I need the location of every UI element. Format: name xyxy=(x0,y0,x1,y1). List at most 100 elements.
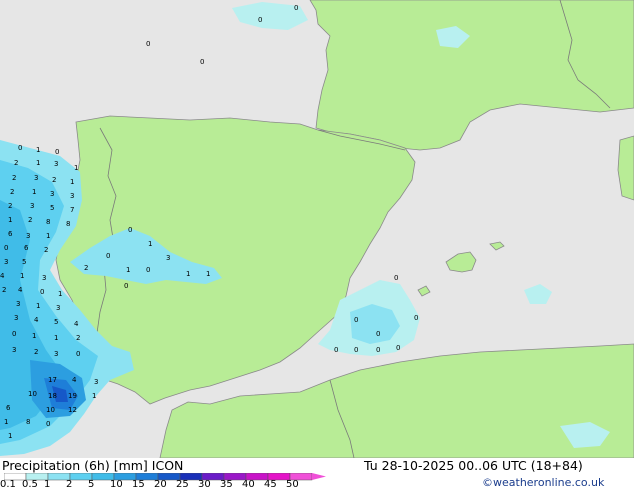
precip-label: 0 xyxy=(294,4,298,12)
legend-tick-label: 25 xyxy=(176,479,189,490)
precip-label: 0 xyxy=(414,314,418,322)
precip-label: 2 xyxy=(12,174,16,182)
precip-label: 1 xyxy=(126,266,130,274)
precip-label: 1 xyxy=(36,146,40,154)
precip-label: 0 xyxy=(12,330,16,338)
valid-time: Tu 28-10-2025 00..06 UTC (18+84) xyxy=(364,458,583,473)
legend-tick-label: 5 xyxy=(88,479,95,490)
precip-label: 4 xyxy=(34,316,39,324)
legend-arrow xyxy=(312,473,326,480)
precip-label: 2 xyxy=(52,176,56,184)
legend-tick-label: 10 xyxy=(110,479,123,490)
precip-label: 0 xyxy=(4,244,8,252)
precip-label: 3 xyxy=(12,346,16,354)
precip-label: 2 xyxy=(34,348,38,356)
credit-text: ©weatheronline.co.uk xyxy=(482,476,605,489)
precip-label: 5 xyxy=(22,258,26,266)
precip-label: 3 xyxy=(30,202,34,210)
precip-label: 8 xyxy=(26,418,30,426)
legend-tick-label: 1 xyxy=(44,479,51,490)
precip-label: 0 xyxy=(18,144,22,152)
precip-label: 0 xyxy=(200,58,204,66)
precip-label: 2 xyxy=(44,246,48,254)
precip-label: 0 xyxy=(106,252,110,260)
precip-label: 0 xyxy=(394,274,398,282)
legend-tick-label: 2 xyxy=(66,479,73,490)
precip-label: 3 xyxy=(50,190,54,198)
precip-label: 0 xyxy=(376,346,380,354)
map-footer: Precipitation (6h) [mm] ICON Tu 28-10-20… xyxy=(0,458,634,490)
precip-label: 2 xyxy=(14,159,18,167)
precip-label: 18 xyxy=(48,392,57,400)
precip-label: 1 xyxy=(8,216,12,224)
precip-label: 3 xyxy=(42,274,46,282)
precip-label: 1 xyxy=(46,232,50,240)
precip-label: 4 xyxy=(0,272,5,280)
precip-label: 4 xyxy=(72,376,77,384)
precip-label: 1 xyxy=(32,332,36,340)
precip-label: 1 xyxy=(36,159,40,167)
precip-label: 0 xyxy=(376,330,380,338)
legend-tick-label: 0.1 xyxy=(0,479,16,490)
precip-label: 4 xyxy=(18,286,23,294)
precip-label: 6 xyxy=(6,404,11,412)
legend-tick-label: 35 xyxy=(220,479,233,490)
precip-label: 0 xyxy=(46,420,50,428)
precip-label: 8 xyxy=(46,218,50,226)
legend-tick-label: 30 xyxy=(198,479,211,490)
precip-label: 3 xyxy=(14,314,18,322)
precip-label: 3 xyxy=(54,160,58,168)
precip-label: 1 xyxy=(32,188,36,196)
precip-label: 3 xyxy=(54,350,58,358)
precip-label: 3 xyxy=(26,232,30,240)
precip-label: 3 xyxy=(166,254,170,262)
precip-label: 3 xyxy=(94,378,98,386)
precip-label: 0 xyxy=(40,288,44,296)
color-legend xyxy=(4,473,326,481)
precip-label: 2 xyxy=(28,216,32,224)
precip-label: 12 xyxy=(68,406,77,414)
precip-label: 5 xyxy=(54,318,58,326)
precip-label: 5 xyxy=(50,204,54,212)
precip-label: 0 xyxy=(354,346,358,354)
precip-label: 19 xyxy=(68,392,77,400)
precip-label: 1 xyxy=(92,392,96,400)
precip-label: 1 xyxy=(4,418,8,426)
precip-label: 0 xyxy=(354,316,358,324)
precip-label: 1 xyxy=(54,334,58,342)
precip-label: 2 xyxy=(8,202,12,210)
precip-label: 0 xyxy=(124,282,128,290)
precip-label: 7 xyxy=(70,206,74,214)
precip-label: 2 xyxy=(10,188,14,196)
precip-label: 2 xyxy=(2,286,6,294)
precip-label: 3 xyxy=(70,192,74,200)
precip-label: 4 xyxy=(74,320,79,328)
precip-label: 10 xyxy=(28,390,37,398)
legend-tick-label: 40 xyxy=(242,479,255,490)
precip-label: 0 xyxy=(55,148,59,156)
precip-label: 3 xyxy=(4,258,8,266)
precip-label: 1 xyxy=(36,302,40,310)
precip-label: 0 xyxy=(396,344,400,352)
precip-label: 3 xyxy=(56,304,60,312)
precip-label: 1 xyxy=(8,432,12,440)
precip-label: 1 xyxy=(20,272,24,280)
precip-label: 1 xyxy=(70,178,74,186)
precip-label: 0 xyxy=(128,226,132,234)
product-title: Precipitation (6h) [mm] ICON xyxy=(2,458,184,473)
precip-label: 0 xyxy=(334,346,338,354)
precip-label: 1 xyxy=(206,270,210,278)
precip-label: 0 xyxy=(146,40,150,48)
precipitation-map: 0 1 0 2 1 3 1 2 3 2 1 2 1 3 3 2 3 5 7 1 … xyxy=(0,0,634,458)
legend-tick-label: 0.5 xyxy=(22,479,38,490)
precip-label: 6 xyxy=(8,230,13,238)
precip-label: 6 xyxy=(24,244,29,252)
legend-tick-label: 45 xyxy=(264,479,277,490)
precip-label: 8 xyxy=(66,220,70,228)
precip-label: 1 xyxy=(74,164,78,172)
legend-tick-label: 15 xyxy=(132,479,145,490)
precip-label: 1 xyxy=(186,270,190,278)
precip-label: 3 xyxy=(34,174,38,182)
precip-label: 10 xyxy=(46,406,55,414)
precip-label: 2 xyxy=(76,334,80,342)
